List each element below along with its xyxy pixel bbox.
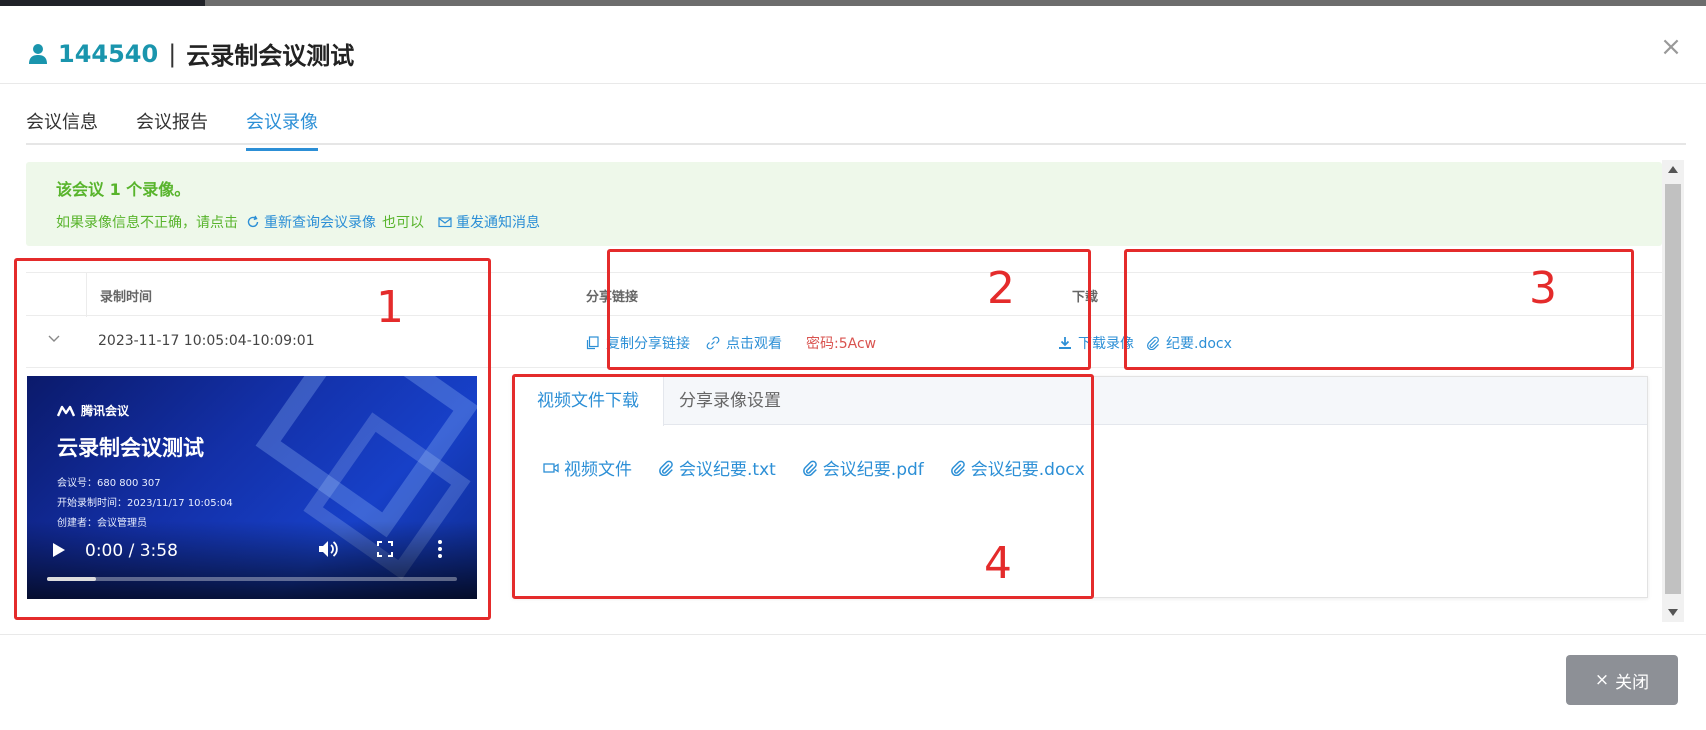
tab-meeting-report[interactable]: 会议报告 [136, 108, 208, 148]
dialog-title: 144540 | 云录制会议测试 [28, 36, 354, 71]
tab-meeting-info[interactable]: 会议信息 [26, 108, 98, 148]
page: 144540 | 云录制会议测试 × 会议信息 会议报告 会议录像 该会议 1 … [0, 0, 1706, 730]
annotation-number-3: 3 [1529, 263, 1557, 314]
requery-label: 重新查询会议录像 [264, 215, 376, 231]
title-separator: | [168, 39, 177, 68]
refresh-icon [247, 215, 259, 228]
tab-bar: 会议信息 会议报告 会议录像 [26, 100, 1686, 151]
scrollbar-thumb[interactable] [1665, 184, 1681, 594]
tab-meeting-recording[interactable]: 会议录像 [246, 108, 318, 151]
resend-label: 重发通知消息 [456, 215, 540, 231]
dialog-footer: × 关闭 [0, 634, 1706, 730]
alert-hint-prefix: 如果录像信息不正确，请点击 [56, 215, 238, 231]
annotation-number-2: 2 [987, 263, 1015, 314]
annotation-number-1: 1 [376, 282, 404, 333]
alert-hint-middle: 也可以 [382, 215, 424, 231]
close-button-label: 关闭 [1615, 672, 1650, 693]
user-icon [29, 43, 47, 64]
alert-hint: 如果录像信息不正确，请点击 重新查询会议录像 也可以 重发通知消息 [56, 212, 540, 232]
annotation-number-4: 4 [984, 538, 1012, 589]
alert-title: 该会议 1 个录像。 [56, 180, 191, 199]
annotation-box-1 [14, 258, 491, 620]
close-button-icon: × [1594, 670, 1610, 690]
resend-link[interactable]: 重发通知消息 [424, 212, 540, 232]
dialog-header: 144540 | 云录制会议测试 × [0, 6, 1706, 84]
requery-link[interactable]: 重新查询会议录像 [238, 212, 376, 232]
meeting-name: 云录制会议测试 [186, 42, 355, 70]
recording-alert: 该会议 1 个录像。 如果录像信息不正确，请点击 重新查询会议录像 也可以 重发… [26, 162, 1662, 246]
copy-icon [586, 336, 599, 350]
annotation-box-2 [607, 249, 1091, 370]
close-icon[interactable]: × [1658, 34, 1684, 60]
scroll-down-icon[interactable] [1668, 609, 1678, 616]
annotation-box-3 [1124, 249, 1634, 370]
mail-icon [438, 217, 452, 228]
meeting-id: 144540 [58, 39, 159, 68]
scroll-up-icon[interactable] [1668, 166, 1678, 173]
vertical-scrollbar[interactable] [1662, 160, 1684, 622]
close-button[interactable]: × 关闭 [1566, 655, 1678, 705]
